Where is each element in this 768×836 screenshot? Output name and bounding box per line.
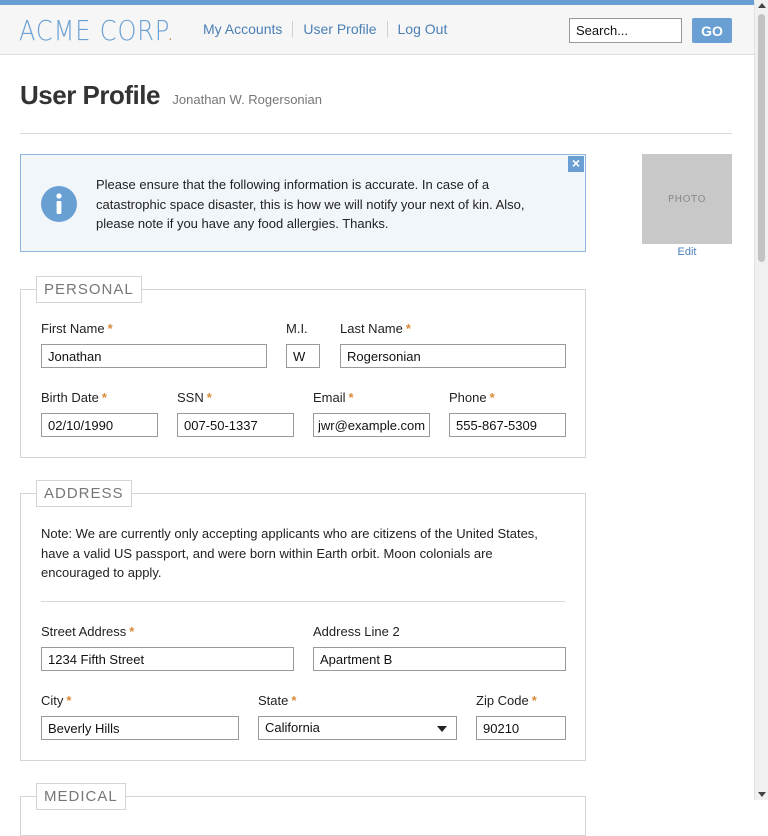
notice-box: Please ensure that the following informa… [20,154,586,252]
page-title: User Profile [20,80,160,110]
scrollbar-thumb[interactable] [758,14,765,262]
required-marker: * [291,693,297,708]
profile-photo: PHOTO [642,154,732,244]
chevron-down-icon [437,726,447,732]
page-title-row: User Profile Jonathan W. Rogersonian [20,80,322,111]
phone-label: Phone * [449,390,495,405]
middle-initial-label: M.I. [286,321,308,336]
required-marker: * [531,693,537,708]
email-field[interactable] [313,413,430,437]
address-legend: ADDRESS [36,480,132,507]
header-bar: ACME CORP. My Accounts User Profile Log … [0,5,754,55]
ssn-field[interactable] [177,413,294,437]
birth-date-label: Birth Date * [41,390,107,405]
required-marker: * [206,390,212,405]
medical-legend: MEDICAL [36,783,126,810]
city-label: City * [41,693,72,708]
phone-field[interactable] [449,413,566,437]
state-label: State * [258,693,297,708]
required-marker: * [107,321,113,336]
ssn-label: SSN * [177,390,212,405]
last-name-field[interactable] [340,344,566,368]
personal-fieldset: PERSONAL First Name* M.I. Last Name* Bir… [20,276,586,458]
personal-legend: PERSONAL [36,276,142,303]
address-divider [41,601,565,602]
title-divider [20,133,732,134]
scrollbar[interactable] [754,0,768,800]
zip-code-field[interactable] [476,716,566,740]
scroll-down-icon[interactable] [758,792,766,797]
zip-code-label: Zip Code * [476,693,537,708]
state-select-value: California [265,720,320,735]
close-icon[interactable]: × [568,156,584,172]
required-marker: * [348,390,354,405]
required-marker: * [66,693,72,708]
medical-fieldset: MEDICAL [20,783,586,836]
last-name-label: Last Name * [340,321,411,336]
address-line2-field[interactable] [313,647,566,671]
nav-user-profile[interactable]: User Profile [292,21,386,38]
logo[interactable]: ACME CORP. [19,14,175,47]
email-label: Email * [313,390,354,405]
nav-my-accounts[interactable]: My Accounts [192,21,292,38]
city-field[interactable] [41,716,239,740]
required-marker: * [405,321,411,336]
required-marker: * [129,624,135,639]
address-line2-label: Address Line 2 [313,624,400,639]
state-select[interactable]: California [258,716,457,740]
first-name-field[interactable] [41,344,267,368]
search-go-button[interactable]: GO [692,18,732,43]
address-fieldset: ADDRESS Note: We are currently only acce… [20,480,586,761]
street-address-field[interactable] [41,647,294,671]
page-subtitle: Jonathan W. Rogersonian [172,92,323,107]
photo-edit-link[interactable]: Edit [642,246,732,258]
required-marker: * [101,390,107,405]
middle-initial-field[interactable] [286,344,320,368]
first-name-label: First Name * [41,321,113,336]
logo-text: ACME CORP [19,14,167,47]
required-marker: * [489,390,495,405]
nav-log-out[interactable]: Log Out [386,21,458,38]
search-input[interactable] [569,18,682,43]
info-icon [41,186,77,222]
street-address-label: Street Address * [41,624,135,639]
birth-date-field[interactable] [41,413,158,437]
notice-text: Please ensure that the following informa… [96,177,525,231]
main-nav: My Accounts User Profile Log Out [192,21,457,38]
scroll-up-icon[interactable] [758,3,766,8]
address-note: Note: We are currently only accepting ap… [41,526,538,580]
logo-dot: . [166,14,176,47]
